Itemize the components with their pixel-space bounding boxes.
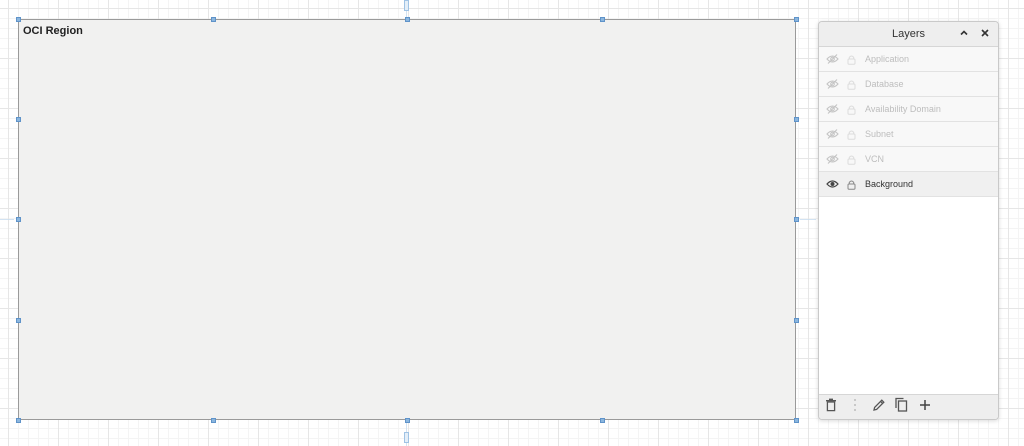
lock-icon[interactable] (844, 127, 858, 141)
layer-label: VCN (865, 154, 885, 164)
add-layer-button[interactable] (915, 397, 935, 417)
resize-handle-bottom-1[interactable] (211, 418, 216, 423)
eye-off-icon[interactable] (825, 77, 839, 91)
trash-icon (825, 398, 837, 417)
guide-node-bottom (404, 432, 409, 443)
lock-icon[interactable] (844, 77, 858, 91)
resize-handle-top-center[interactable] (405, 17, 410, 22)
layer-row-background[interactable]: Background (819, 172, 998, 197)
collapse-button[interactable] (955, 25, 973, 43)
close-icon (980, 25, 990, 43)
resize-handle-top-right[interactable] (794, 17, 799, 22)
region-label: OCI Region (23, 25, 83, 37)
edit-layer-button[interactable] (869, 397, 889, 417)
resize-handle-bottom-3[interactable] (600, 418, 605, 423)
resize-handle-left-center[interactable] (16, 217, 21, 222)
guide-node-top (404, 0, 409, 11)
eye-icon[interactable] (825, 177, 839, 191)
lock-icon[interactable] (844, 177, 858, 191)
layer-list: Application Database Availability Domain (819, 47, 998, 197)
plus-icon (919, 398, 931, 416)
lock-icon[interactable] (844, 102, 858, 116)
resize-handle-top-left[interactable] (16, 17, 21, 22)
oci-region-shape[interactable]: OCI Region (18, 19, 796, 420)
layer-row-vcn[interactable]: VCN (819, 147, 998, 172)
more-vertical-icon (853, 398, 857, 417)
pencil-icon (872, 398, 886, 417)
resize-handle-right-3[interactable] (794, 318, 799, 323)
chevron-up-icon (959, 25, 969, 43)
layer-row-database[interactable]: Database (819, 72, 998, 97)
more-options-button[interactable] (845, 397, 865, 417)
layer-label: Application (865, 54, 910, 64)
lock-icon[interactable] (844, 152, 858, 166)
resize-handle-bottom-left[interactable] (16, 418, 21, 423)
resize-handle-left-1[interactable] (16, 117, 21, 122)
eye-off-icon[interactable] (825, 52, 839, 66)
layer-label: Availability Domain (865, 104, 941, 114)
layer-label: Subnet (865, 129, 894, 139)
layers-panel-toolbar (819, 394, 998, 419)
resize-handle-bottom-right[interactable] (794, 418, 799, 423)
layers-panel-header: Layers (819, 22, 998, 47)
eye-off-icon[interactable] (825, 152, 839, 166)
duplicate-layer-button[interactable] (891, 397, 911, 417)
close-button[interactable] (976, 25, 994, 43)
resize-handle-top-1[interactable] (211, 17, 216, 22)
eye-off-icon[interactable] (825, 102, 839, 116)
layer-label: Database (865, 79, 904, 89)
horizontal-guide-left (0, 219, 14, 220)
lock-icon[interactable] (844, 52, 858, 66)
layer-row-application[interactable]: Application (819, 47, 998, 72)
resize-handle-right-1[interactable] (794, 117, 799, 122)
resize-handle-right-center[interactable] (794, 217, 799, 222)
eye-off-icon[interactable] (825, 127, 839, 141)
horizontal-guide-right (800, 219, 816, 220)
layer-label: Background (865, 179, 914, 189)
resize-handle-left-3[interactable] (16, 318, 21, 323)
resize-handle-top-3[interactable] (600, 17, 605, 22)
layer-row-availability-domain[interactable]: Availability Domain (819, 97, 998, 122)
duplicate-icon (894, 397, 908, 417)
layer-row-subnet[interactable]: Subnet (819, 122, 998, 147)
delete-layer-button[interactable] (821, 397, 841, 417)
layers-panel: Layers Application Database Availability… (818, 21, 999, 420)
resize-handle-bottom-center[interactable] (405, 418, 410, 423)
